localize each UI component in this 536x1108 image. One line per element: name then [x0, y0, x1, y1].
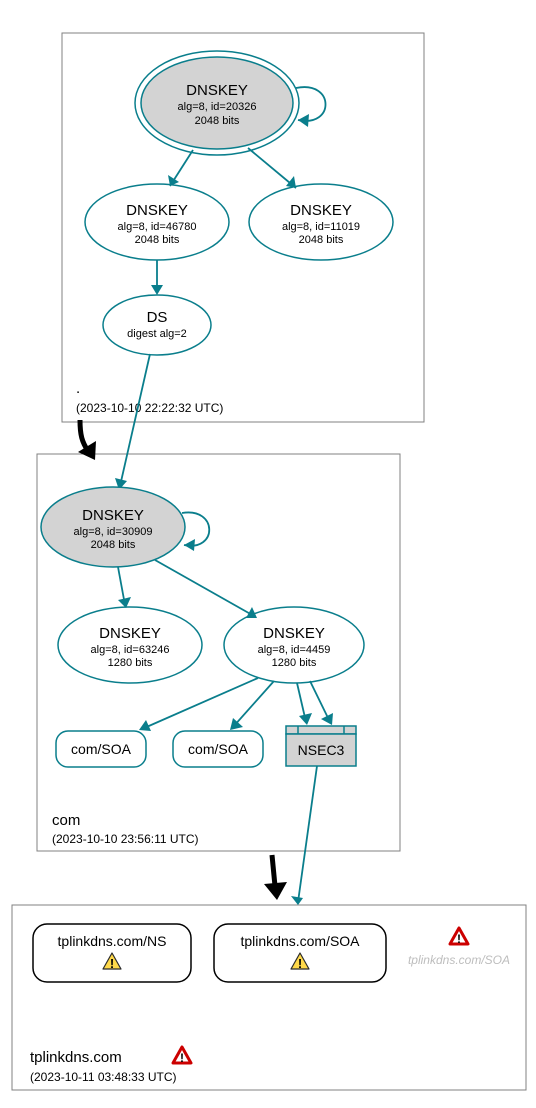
- rrset-label: com/SOA: [71, 741, 132, 757]
- edge: [118, 567, 131, 608]
- dnskey-bits: 2048 bits: [135, 234, 180, 246]
- dnskey-root-11019[interactable]: DNSKEY alg=8, id=11019 2048 bits: [249, 184, 393, 260]
- nsec-label: NSEC3: [298, 742, 345, 758]
- dnskey-bits: 1280 bits: [108, 657, 153, 669]
- dnskey-alg: alg=8, id=63246: [91, 644, 170, 656]
- edge: [291, 766, 317, 905]
- edge: [248, 148, 296, 188]
- zone-com-ts: (2023-10-10 23:56:11 UTC): [52, 832, 199, 846]
- ds-root-to-com[interactable]: DS digest alg=2: [103, 295, 211, 355]
- dnskey-label: DNSKEY: [82, 507, 144, 524]
- self-loop: [182, 512, 209, 545]
- dnskey-bits: 2048 bits: [91, 539, 136, 551]
- rrset-label: tplinkdns.com/SOA: [240, 933, 360, 949]
- dnskey-com-63246[interactable]: DNSKEY alg=8, id=63246 1280 bits: [58, 607, 202, 683]
- rrset-com-soa-2[interactable]: com/SOA: [173, 731, 263, 767]
- dnskey-label: DNSKEY: [126, 202, 188, 219]
- dnskey-com-4459[interactable]: DNSKEY alg=8, id=4459 1280 bits: [224, 607, 364, 683]
- dnskey-bits: 2048 bits: [195, 115, 240, 127]
- zone-root-label: .: [76, 380, 80, 397]
- dnskey-bits: 2048 bits: [299, 234, 344, 246]
- dnskey-root-ksk[interactable]: DNSKEY alg=8, id=20326 2048 bits: [135, 51, 299, 155]
- dnskey-root-46780[interactable]: DNSKEY alg=8, id=46780 2048 bits: [85, 184, 229, 260]
- nsec3-box[interactable]: NSEC3: [286, 726, 356, 766]
- svg-text:!: !: [180, 1051, 184, 1065]
- svg-text:!: !: [110, 956, 114, 971]
- edge: [151, 260, 163, 295]
- rrset-tpl-soa-ghost[interactable]: tplinkdns.com/SOA !: [408, 928, 510, 967]
- rrset-label-ghost: tplinkdns.com/SOA: [408, 953, 510, 967]
- edge: [155, 560, 257, 618]
- edge: [310, 681, 333, 725]
- dnskey-alg: alg=8, id=11019: [282, 221, 360, 233]
- dnskey-bits: 1280 bits: [272, 657, 317, 669]
- edge: [139, 678, 258, 731]
- svg-text:!: !: [457, 932, 461, 946]
- dnskey-label: DNSKEY: [186, 82, 248, 99]
- zone-tpl-ts: (2023-10-11 03:48:33 UTC): [30, 1070, 177, 1084]
- delegation-com-to-tplink: [264, 855, 287, 900]
- zone-root-ts: (2023-10-10 22:22:32 UTC): [76, 401, 223, 415]
- edge: [297, 683, 312, 725]
- rrset-com-soa-1[interactable]: com/SOA: [56, 731, 146, 767]
- dnskey-label: DNSKEY: [263, 625, 325, 642]
- error-icon[interactable]: !: [173, 1047, 191, 1065]
- dnskey-alg: alg=8, id=4459: [258, 644, 331, 656]
- edge: [168, 150, 193, 186]
- rrset-tpl-ns[interactable]: tplinkdns.com/NS !: [33, 924, 191, 982]
- rrset-tpl-soa[interactable]: tplinkdns.com/SOA !: [214, 924, 386, 982]
- dnskey-label: DNSKEY: [290, 202, 352, 219]
- svg-text:!: !: [298, 956, 302, 971]
- error-icon[interactable]: !: [450, 928, 468, 946]
- self-loop: [296, 87, 326, 121]
- dnskey-label: DNSKEY: [99, 625, 161, 642]
- dnskey-alg: alg=8, id=20326: [178, 101, 257, 113]
- rrset-label: tplinkdns.com/NS: [58, 933, 167, 949]
- arrowhead: [184, 539, 195, 551]
- arrowhead: [298, 114, 309, 127]
- ds-alg: digest alg=2: [127, 328, 187, 340]
- ds-label: DS: [147, 309, 168, 326]
- dnskey-alg: alg=8, id=30909: [74, 526, 153, 538]
- zone-tpl-label: tplinkdns.com: [30, 1049, 122, 1066]
- dnskey-com-ksk[interactable]: DNSKEY alg=8, id=30909 2048 bits: [41, 487, 185, 567]
- dnskey-alg: alg=8, id=46780: [118, 221, 197, 233]
- rrset-label: com/SOA: [188, 741, 249, 757]
- zone-com-label: com: [52, 812, 80, 829]
